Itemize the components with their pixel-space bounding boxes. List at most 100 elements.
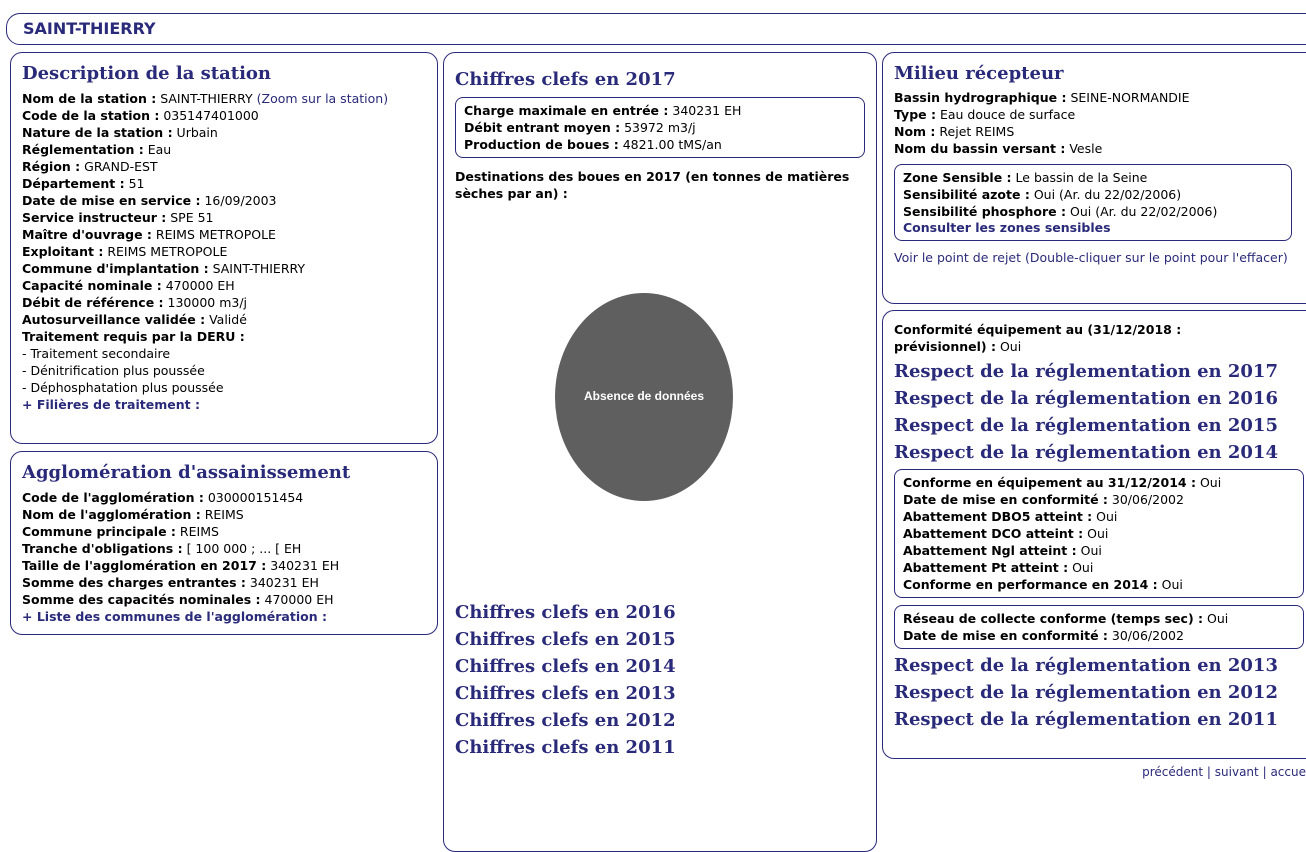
compliance-detail-row: Abattement Pt atteint : Oui	[903, 559, 1295, 576]
agglomeration-panel: Agglomération d'assainissement Code de l…	[10, 451, 438, 635]
field-label: Bassin hydrographique :	[894, 90, 1067, 105]
field-value: REIMS	[179, 524, 219, 539]
station-field-row: Débit de référence : 130000 m3/j	[22, 294, 426, 311]
station-field-row: Date de mise en service : 16/09/2003	[22, 192, 426, 209]
station-fields: Code de la station : 035147401000 Nature …	[22, 107, 426, 345]
field-label: Réseau de collecte conforme (temps sec) …	[903, 611, 1204, 626]
field-label: Nom :	[894, 124, 936, 139]
field-label: Somme des capacités nominales :	[22, 592, 261, 607]
station-field-row: Service instructeur : SPE 51	[22, 209, 426, 226]
station-field-row: Commune d'implantation : SAINT-THIERRY	[22, 260, 426, 277]
field-value: 4821.00 tMS/an	[622, 137, 722, 152]
regulation-year-link[interactable]: Respect de la réglementation en 2012	[894, 679, 1306, 706]
field-label: Date de mise en conformité :	[903, 492, 1108, 507]
agglomeration-field-row: Somme des charges entrantes : 340231 EH	[22, 574, 426, 591]
zoom-station-link[interactable]: (Zoom sur la station)	[257, 91, 388, 106]
agglomeration-field-row: Somme des capacités nominales : 470000 E…	[22, 591, 426, 608]
key-figures-year-link[interactable]: Chiffres clefs en 2012	[455, 707, 676, 734]
field-label: Autosurveillance validée :	[22, 312, 206, 327]
field-value: Eau	[147, 142, 172, 157]
compliance-detail-row: Conforme en performance en 2014 : Oui	[903, 576, 1295, 593]
key-figure-row: Débit entrant moyen : 53972 m3/j	[464, 119, 856, 136]
receiving-field-row: Nom du bassin versant : Vesle	[894, 140, 1306, 157]
communes-link[interactable]: + Liste des communes de l'agglomération …	[22, 608, 426, 625]
field-label: Commune principale :	[22, 524, 176, 539]
field-label: Nom du bassin versant :	[894, 141, 1066, 156]
field-label: Abattement Pt atteint :	[903, 560, 1069, 575]
sensitive-zones-link[interactable]: Consulter les zones sensibles	[903, 220, 1283, 236]
field-value: Oui	[1096, 509, 1118, 524]
filieres-link[interactable]: + Filières de traitement :	[22, 396, 426, 413]
field-value: Oui	[1080, 543, 1102, 558]
station-field-row: Capacité nominale : 470000 EH	[22, 277, 426, 294]
home-link[interactable]: accue	[1270, 765, 1306, 779]
key-figures-year-link[interactable]: Chiffres clefs en 2013	[455, 680, 676, 707]
station-field-row: Traitement requis par la DERU :	[22, 328, 426, 345]
field-value: 035147401000	[163, 108, 259, 123]
key-figures-year-link[interactable]: Chiffres clefs en 2016	[455, 599, 676, 626]
regulation-year-link[interactable]: Respect de la réglementation en 2015	[894, 412, 1306, 439]
treatment-item: - Dénitrification plus poussée	[22, 363, 205, 378]
sensitive-zone-row: Sensibilité azote : Oui (Ar. du 22/02/20…	[903, 186, 1283, 203]
field-label: Abattement DBO5 atteint :	[903, 509, 1093, 524]
station-field-row: Région : GRAND-EST	[22, 158, 426, 175]
field-value: Oui	[1161, 577, 1183, 592]
field-value: Oui (Ar. du 22/02/2006)	[1070, 204, 1218, 219]
key-figures-years: Chiffres clefs en 2016 Chiffres clefs en …	[455, 599, 676, 761]
field-value: SPE 51	[170, 210, 214, 225]
field-label: Débit de référence :	[22, 295, 164, 310]
field-label: Tranche d'obligations :	[22, 541, 183, 556]
field-value: 16/09/2003	[204, 193, 277, 208]
field-label: Zone Sensible :	[903, 170, 1012, 185]
field-label: Traitement requis par la DERU :	[22, 329, 245, 344]
regulation-year-link[interactable]: Respect de la réglementation en 2013	[894, 652, 1306, 679]
field-value: 30/06/2002	[1111, 628, 1184, 643]
compliance-panel: Conformité équipement au (31/12/2018 : p…	[882, 310, 1306, 759]
field-value: 30/06/2002	[1111, 492, 1184, 507]
regulation-year-link[interactable]: Respect de la réglementation en 2011	[894, 706, 1306, 733]
field-value: 470000 EH	[165, 278, 235, 293]
receiving-environment-heading: Milieu récepteur	[894, 63, 1064, 84]
regulation-years-top: Respect de la réglementation en 2017 Resp…	[894, 358, 1306, 466]
sensitive-zone-row: Zone Sensible : Le bassin de la Seine	[903, 169, 1283, 186]
treatment-item: - Déphosphatation plus poussée	[22, 380, 224, 395]
agglomeration-field-row: Taille de l'agglomération en 2017 : 3402…	[22, 557, 426, 574]
field-label: Taille de l'agglomération en 2017 :	[22, 558, 267, 573]
compliance-detail-row: Conforme en équipement au 31/12/2014 : O…	[903, 474, 1295, 491]
field-value: GRAND-EST	[84, 159, 158, 174]
agglomeration-field-row: Code de l'agglomération : 030000151454	[22, 489, 426, 506]
key-figures-year-link[interactable]: Chiffres clefs en 2015	[455, 626, 676, 653]
network-compliance-row: Date de mise en conformité : 30/06/2002	[903, 627, 1295, 644]
field-value: Urbain	[176, 125, 218, 140]
station-field-row: Maître d'ouvrage : REIMS METROPOLE	[22, 226, 426, 243]
field-value: Oui	[1199, 475, 1222, 490]
regulation-years-bottom: Respect de la réglementation en 2013 Resp…	[894, 652, 1306, 733]
sludge-pie-chart: Absence de données	[554, 292, 734, 502]
agglomeration-field-row: Commune principale : REIMS	[22, 523, 426, 540]
discharge-point-link[interactable]: Voir le point de rejet (Double-cliquer s…	[894, 249, 1304, 266]
field-label: Sensibilité azote :	[903, 187, 1030, 202]
field-label: Code de la station :	[22, 108, 160, 123]
field-label: Date de mise en conformité :	[903, 628, 1108, 643]
station-name-row: Nom de la station : SAINT-THIERRY (Zoom …	[22, 91, 389, 106]
key-figures-box: Charge maximale en entrée : 340231 EH Déb…	[455, 97, 865, 158]
key-figures-year-link[interactable]: Chiffres clefs en 2011	[455, 734, 676, 761]
equipment-compliance: Conformité équipement au (31/12/2018 : p…	[894, 322, 1182, 354]
previous-link[interactable]: précédent	[1142, 765, 1203, 779]
next-link[interactable]: suivant	[1215, 765, 1259, 779]
field-label: Production de boues :	[464, 137, 619, 152]
compliance-detail-row: Abattement DBO5 atteint : Oui	[903, 508, 1295, 525]
treatment-list: - Traitement secondaire - Dénitrification…	[22, 345, 426, 396]
key-figures-year-link[interactable]: Chiffres clefs en 2014	[455, 653, 676, 680]
field-label: Abattement Ngl atteint :	[903, 543, 1077, 558]
field-label: Conforme en équipement au 31/12/2014 :	[903, 475, 1196, 490]
field-value: [ 100 000 ; ... [ EH	[186, 541, 302, 556]
key-figures-heading: Chiffres clefs en 2017	[455, 69, 676, 90]
agglomeration-field-row: Tranche d'obligations : [ 100 000 ; ... …	[22, 540, 426, 557]
agglomeration-field-row: Nom de l'agglomération : REIMS	[22, 506, 426, 523]
regulation-year-link[interactable]: Respect de la réglementation en 2014	[894, 439, 1306, 466]
field-value: 130000 m3/j	[167, 295, 248, 310]
field-label: Département :	[22, 176, 125, 191]
regulation-year-link[interactable]: Respect de la réglementation en 2016	[894, 385, 1306, 412]
regulation-year-link[interactable]: Respect de la réglementation en 2017	[894, 358, 1306, 385]
